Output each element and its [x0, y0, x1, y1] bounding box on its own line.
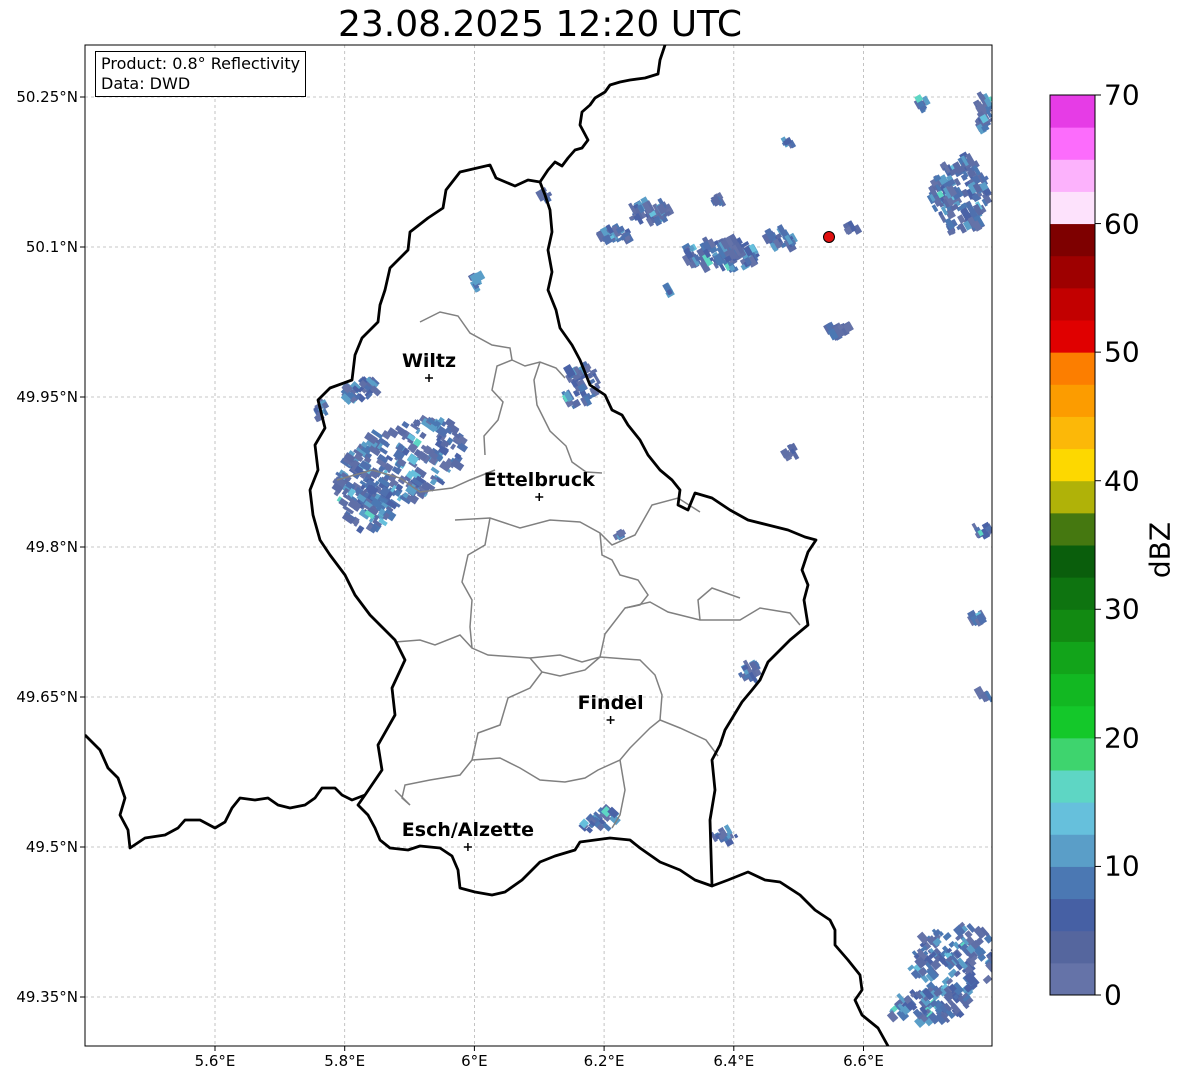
colorbar-tick-label: 40 — [1104, 464, 1140, 498]
info-box: Product: 0.8° Reflectivity Data: DWD — [95, 51, 307, 97]
colorbar-segment — [1050, 609, 1095, 642]
city-label: Esch/Alzette — [401, 819, 535, 841]
colorbar-tick-label: 0 — [1104, 978, 1122, 1012]
colorbar-segment — [1050, 287, 1095, 321]
colorbar-segment — [1050, 962, 1095, 996]
city-marker — [425, 374, 434, 382]
colorbar-segment — [1050, 416, 1095, 450]
colorbar-segment — [1050, 802, 1095, 835]
colorbar-segment — [1050, 545, 1095, 578]
colorbar-segment — [1050, 384, 1095, 417]
lat-label: 49.65°N — [16, 688, 78, 706]
colorbar-segment — [1050, 641, 1095, 675]
colorbar-tick-label: 60 — [1104, 207, 1140, 241]
lon-label: 6.6°E — [843, 1052, 884, 1070]
colorbar-segment — [1050, 191, 1095, 225]
colorbar — [1050, 95, 1095, 996]
colorbar-segment — [1050, 737, 1095, 771]
radar-map — [80, 44, 1101, 1051]
colorbar-segment — [1050, 352, 1095, 385]
colorbar-segment — [1050, 255, 1095, 289]
colorbar-segment — [1050, 448, 1095, 482]
lon-label: 6°E — [461, 1052, 488, 1070]
lat-label: 49.8°N — [25, 538, 78, 556]
city-label: Ettelbruck — [483, 469, 595, 491]
lon-label: 5.6°E — [194, 1052, 236, 1070]
lat-label: 49.5°N — [25, 838, 78, 856]
city-marker — [606, 716, 615, 724]
colorbar-segment — [1050, 930, 1095, 964]
colorbar-segment — [1050, 898, 1095, 932]
colorbar-segment — [1050, 673, 1095, 707]
colorbar-segment — [1050, 320, 1095, 353]
colorbar-segment — [1050, 159, 1095, 192]
colorbar-segment — [1050, 577, 1095, 610]
colorbar-tick-label: 30 — [1104, 592, 1140, 626]
lon-label: 5.8°E — [324, 1052, 366, 1070]
product-label: Product: 0.8° Reflectivity — [101, 54, 301, 73]
colorbar-segment — [1050, 770, 1095, 803]
colorbar-segment — [1050, 480, 1095, 514]
lat-label: 50.1°N — [25, 238, 78, 256]
colorbar-tick-label: 70 — [1104, 78, 1140, 112]
colorbar-segment — [1050, 95, 1095, 128]
colorbar-segment — [1050, 223, 1095, 257]
colorbar-segment — [1050, 127, 1095, 160]
lat-label: 50.25°N — [16, 88, 78, 106]
colorbar-tick-label: 20 — [1104, 721, 1140, 755]
city-label: Findel — [577, 692, 644, 714]
city-label: Wiltz — [401, 350, 457, 372]
colorbar-tick-label: 10 — [1104, 849, 1140, 883]
country-borders — [85, 45, 890, 1046]
colorbar-segment — [1050, 834, 1095, 867]
canton-boundaries — [336, 311, 801, 829]
data-source-label: Data: DWD — [101, 74, 191, 93]
city-marker — [535, 493, 544, 501]
city-marker — [463, 843, 472, 851]
lat-label: 49.35°N — [16, 988, 78, 1006]
colorbar-tick-label: 50 — [1104, 335, 1140, 369]
colorbar-segment — [1050, 866, 1095, 900]
colorbar-segment — [1050, 512, 1095, 546]
lon-label: 6.4°E — [713, 1052, 755, 1070]
lon-label: 6.2°E — [583, 1052, 625, 1070]
radar-site-marker — [823, 231, 835, 243]
lat-label: 49.95°N — [16, 388, 78, 406]
colorbar-segment — [1050, 705, 1095, 739]
colorbar-label: dBZ — [1143, 521, 1177, 579]
reflectivity-echoes — [313, 91, 992, 1028]
